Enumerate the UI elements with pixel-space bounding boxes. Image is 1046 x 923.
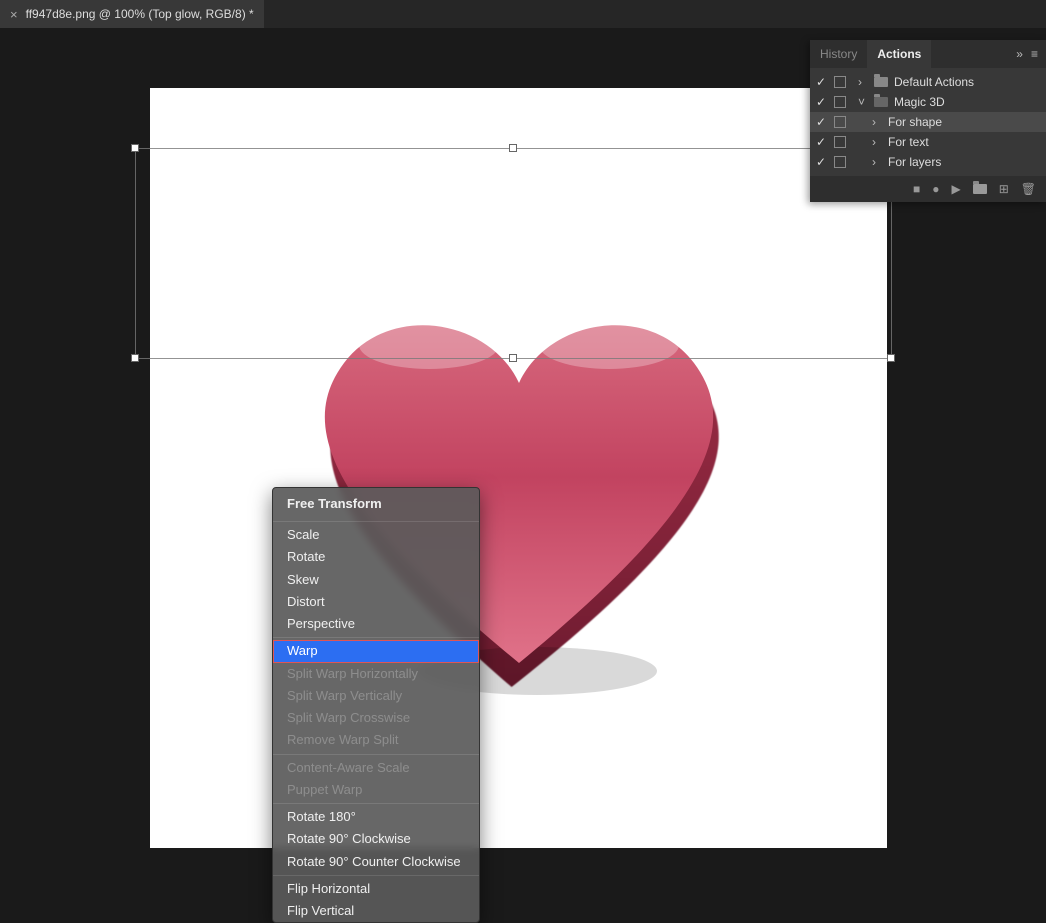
check-icon[interactable]: ✓ — [814, 155, 828, 169]
menu-item-split-warp-horizontally: Split Warp Horizontally — [273, 663, 479, 685]
actions-panel-footer: ■ ● ▶ ⊞ 🗑 — [810, 176, 1046, 202]
menu-item-remove-warp-split: Remove Warp Split — [273, 729, 479, 751]
collapse-icon[interactable]: » — [1016, 47, 1023, 61]
dialog-toggle-icon[interactable] — [834, 96, 846, 108]
action-set-default-actions[interactable]: ✓ › Default Actions — [810, 72, 1046, 92]
check-icon[interactable]: ✓ — [814, 115, 828, 129]
check-icon[interactable]: ✓ — [814, 75, 828, 89]
transform-handle-mr[interactable] — [887, 354, 895, 362]
menu-separator — [273, 803, 479, 804]
dialog-toggle-icon[interactable] — [834, 156, 846, 168]
panel-tabs: History Actions » ≡ — [810, 40, 1046, 68]
menu-item-perspective[interactable]: Perspective — [273, 613, 479, 635]
actions-list: ✓ › Default Actions ✓ ˅ Magic 3D ✓ › — [810, 68, 1046, 176]
menu-item-rotate-90-cw[interactable]: Rotate 90° Clockwise — [273, 828, 479, 850]
transform-bounding-box[interactable] — [135, 148, 891, 358]
panel-menu-icon[interactable]: ≡ — [1031, 47, 1038, 61]
play-icon[interactable]: ▶ — [951, 182, 960, 196]
check-icon[interactable]: ✓ — [814, 135, 828, 149]
chevron-right-icon[interactable]: › — [872, 115, 882, 129]
menu-item-split-warp-vertically: Split Warp Vertically — [273, 685, 479, 707]
folder-icon — [874, 77, 888, 87]
workspace: Free Transform Scale Rotate Skew Distort… — [0, 28, 1046, 841]
action-set-magic-3d[interactable]: ✓ ˅ Magic 3D — [810, 92, 1046, 112]
transform-handle-tm[interactable] — [509, 144, 517, 152]
check-icon[interactable]: ✓ — [814, 95, 828, 109]
menu-item-split-warp-crosswise: Split Warp Crosswise — [273, 707, 479, 729]
transform-handle-tl[interactable] — [131, 144, 139, 152]
chevron-right-icon[interactable]: › — [872, 135, 882, 149]
close-icon[interactable]: × — [10, 7, 18, 22]
tab-actions[interactable]: Actions — [867, 40, 931, 68]
folder-open-icon — [874, 97, 888, 107]
menu-item-content-aware-scale: Content-Aware Scale — [273, 757, 479, 779]
dialog-toggle-icon[interactable] — [834, 116, 846, 128]
transform-handle-mm[interactable] — [509, 354, 517, 362]
menu-item-rotate-90-ccw[interactable]: Rotate 90° Counter Clockwise — [273, 851, 479, 873]
action-for-layers[interactable]: ✓ › For layers — [810, 152, 1046, 172]
menu-separator — [273, 754, 479, 755]
menu-separator — [273, 637, 479, 638]
menu-item-scale[interactable]: Scale — [273, 524, 479, 546]
action-for-shape[interactable]: ✓ › For shape — [810, 112, 1046, 132]
new-set-icon[interactable] — [973, 184, 987, 194]
document-tab[interactable]: × ff947d8e.png @ 100% (Top glow, RGB/8) … — [0, 0, 264, 28]
menu-separator — [273, 521, 479, 522]
context-menu-title: Free Transform — [273, 488, 479, 519]
menu-separator — [273, 875, 479, 876]
chevron-right-icon[interactable]: › — [872, 155, 882, 169]
action-label: For shape — [888, 115, 942, 129]
menu-item-flip-horizontal[interactable]: Flip Horizontal — [273, 878, 479, 900]
dialog-toggle-icon[interactable] — [834, 136, 846, 148]
actions-panel: History Actions » ≡ ✓ › Default Actions … — [810, 40, 1046, 202]
menu-item-rotate[interactable]: Rotate — [273, 546, 479, 568]
menu-item-skew[interactable]: Skew — [273, 569, 479, 591]
menu-item-flip-vertical[interactable]: Flip Vertical — [273, 900, 479, 922]
tab-history[interactable]: History — [810, 40, 867, 68]
menu-item-rotate-180[interactable]: Rotate 180° — [273, 806, 479, 828]
action-label: For layers — [888, 155, 941, 169]
menu-item-puppet-warp: Puppet Warp — [273, 779, 479, 801]
tab-bar: × ff947d8e.png @ 100% (Top glow, RGB/8) … — [0, 0, 1046, 28]
context-menu: Free Transform Scale Rotate Skew Distort… — [272, 487, 480, 923]
menu-item-warp[interactable]: Warp — [273, 640, 479, 662]
transform-handle-ml[interactable] — [131, 354, 139, 362]
record-icon[interactable]: ● — [932, 182, 939, 196]
menu-item-distort[interactable]: Distort — [273, 591, 479, 613]
action-label: Magic 3D — [894, 95, 945, 109]
trash-icon[interactable]: 🗑 — [1021, 182, 1036, 196]
chevron-right-icon[interactable]: › — [858, 75, 868, 89]
stop-icon[interactable]: ■ — [913, 182, 920, 196]
chevron-down-icon[interactable]: ˅ — [858, 95, 868, 109]
action-label: Default Actions — [894, 75, 974, 89]
tab-title: ff947d8e.png @ 100% (Top glow, RGB/8) * — [26, 7, 254, 21]
action-label: For text — [888, 135, 929, 149]
dialog-toggle-icon[interactable] — [834, 76, 846, 88]
new-action-icon[interactable]: ⊞ — [999, 182, 1009, 196]
action-for-text[interactable]: ✓ › For text — [810, 132, 1046, 152]
